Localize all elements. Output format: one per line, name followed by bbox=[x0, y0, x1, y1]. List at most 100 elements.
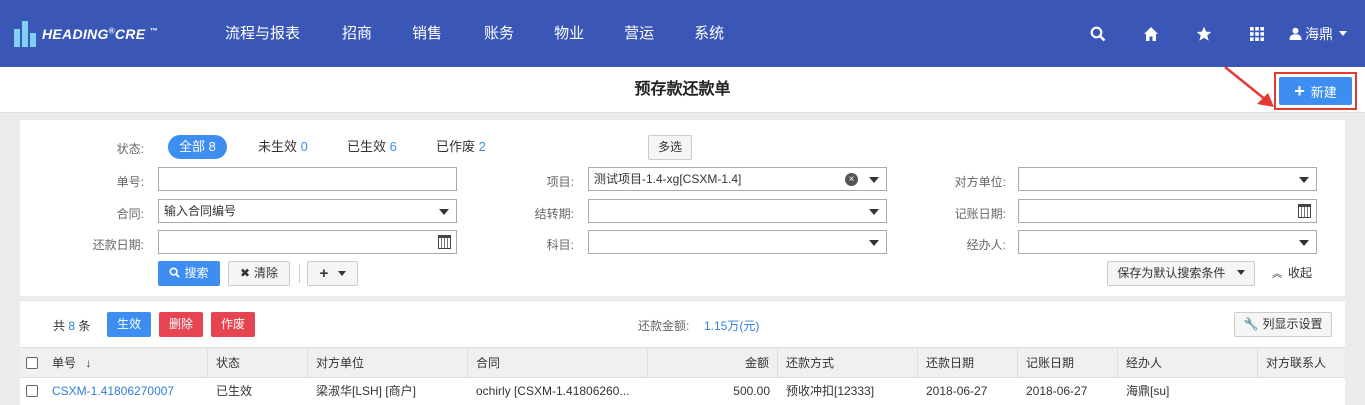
column-settings-label: 列显示设置 bbox=[1262, 317, 1323, 331]
star-icon[interactable] bbox=[1177, 0, 1230, 67]
subject-select[interactable] bbox=[588, 230, 887, 254]
close-icon: ✖ bbox=[239, 266, 251, 280]
repay-date-input[interactable] bbox=[158, 230, 457, 254]
page-title: 预存款还款单 bbox=[634, 81, 731, 98]
column-header-amount[interactable]: 金额 bbox=[648, 349, 778, 378]
status-pill-not-effective[interactable]: 未生效 0 bbox=[247, 135, 319, 159]
chevron-down-icon bbox=[1299, 177, 1309, 183]
column-header-bill-no[interactable]: 单号 ↓ bbox=[44, 349, 208, 378]
multi-select-button[interactable]: 多选 bbox=[648, 135, 692, 160]
clear-icon[interactable]: × bbox=[845, 173, 858, 186]
logo-icon bbox=[14, 21, 36, 47]
column-header-repay-method[interactable]: 还款方式 bbox=[778, 349, 918, 378]
nav-item-property[interactable]: 物业 bbox=[538, 0, 600, 67]
collapse-button[interactable]: ︽ 收起 bbox=[1272, 261, 1312, 286]
calendar-icon[interactable] bbox=[438, 235, 451, 249]
main-nav: 流程与报表 招商 销售 账务 物业 营运 系统 bbox=[205, 0, 740, 67]
bill-no-link[interactable]: CSXM-1.41806270007 bbox=[44, 378, 208, 405]
list-toolbar: 共 8 条 生效 删除 作废 还款金额: 1.15万(元) 🔧 列显示设置 bbox=[20, 300, 1345, 347]
data-table: 单号 ↓ 状态 对方单位 合同 金额 还款方式 还款日期 记账日期 经办人 对方… bbox=[20, 347, 1345, 405]
annotation-arrow-icon bbox=[1224, 66, 1274, 107]
filter-panel: 状态: 全部 8 未生效 0 已生效 6 已作废 2 多选 单号: 项目: 测试… bbox=[20, 120, 1345, 296]
calendar-icon[interactable] bbox=[1298, 204, 1311, 218]
chevron-down-icon bbox=[1299, 240, 1309, 246]
home-icon[interactable] bbox=[1124, 0, 1177, 67]
cell-account-date: 2018-06-27 bbox=[1026, 384, 1088, 398]
chevron-down-icon bbox=[869, 209, 879, 215]
apps-grid-icon[interactable] bbox=[1230, 0, 1283, 67]
void-button[interactable]: 作废 bbox=[211, 312, 255, 337]
column-header-repay-date[interactable]: 还款日期 bbox=[918, 349, 1018, 378]
search-button-label: 搜索 bbox=[184, 266, 209, 280]
bill-no-input[interactable] bbox=[158, 167, 457, 191]
new-button-highlight: + 新建 bbox=[1274, 72, 1357, 110]
nav-item-system[interactable]: 系统 bbox=[678, 0, 740, 67]
add-condition-button[interactable]: + bbox=[307, 261, 358, 286]
counterparty-label: 对方单位: bbox=[954, 175, 1006, 189]
nav-item-operations[interactable]: 营运 bbox=[600, 0, 678, 67]
effect-button[interactable]: 生效 bbox=[107, 312, 151, 337]
chevron-down-icon bbox=[337, 271, 346, 276]
nav-item-accounting[interactable]: 账务 bbox=[460, 0, 538, 67]
cell-status: 已生效 bbox=[216, 384, 253, 398]
clear-button-label: 清除 bbox=[254, 266, 279, 280]
status-pill-voided[interactable]: 已作废 2 bbox=[425, 135, 497, 159]
search-icon[interactable] bbox=[1071, 0, 1124, 67]
handler-select[interactable] bbox=[1018, 230, 1317, 254]
cell-repay-method: 预收冲扣[12333] bbox=[786, 384, 875, 398]
project-select[interactable]: 测试项目-1.4-xg[CSXM-1.4] × bbox=[588, 167, 887, 191]
cell-counterparty: 梁淑华[LSH] [商户] bbox=[316, 384, 417, 398]
subject-label: 科目: bbox=[546, 238, 574, 252]
nav-item-leasing[interactable]: 招商 bbox=[320, 0, 394, 67]
logo[interactable]: HEADING®CRE ™ bbox=[14, 20, 158, 48]
nav-item-process-reports[interactable]: 流程与报表 bbox=[205, 0, 320, 67]
user-menu[interactable]: 海鼎 bbox=[1283, 24, 1365, 44]
settle-period-select[interactable] bbox=[588, 199, 887, 223]
chevron-up-icon: ︽ bbox=[1272, 269, 1282, 280]
select-all-checkbox[interactable] bbox=[26, 357, 38, 369]
column-header-account-date[interactable]: 记账日期 bbox=[1018, 349, 1118, 378]
save-default-search-button[interactable]: 保存为默认搜索条件 bbox=[1107, 261, 1255, 286]
column-header-counterparty[interactable]: 对方单位 bbox=[308, 349, 468, 378]
column-settings-button[interactable]: 🔧 列显示设置 bbox=[1234, 312, 1332, 337]
repay-amount-label: 还款金额: bbox=[638, 319, 690, 333]
wrench-icon: 🔧 bbox=[1243, 317, 1259, 331]
status-pill-all[interactable]: 全部 8 bbox=[168, 135, 227, 159]
nav-item-sales[interactable]: 销售 bbox=[394, 0, 460, 67]
column-header-status[interactable]: 状态 bbox=[208, 349, 308, 378]
logo-text: HEADING®CRE ™ bbox=[42, 26, 158, 42]
column-header-handler[interactable]: 经办人 bbox=[1118, 349, 1258, 378]
handler-label: 经办人: bbox=[966, 238, 1006, 252]
account-date-label: 记账日期: bbox=[954, 207, 1006, 221]
delete-button[interactable]: 删除 bbox=[159, 312, 203, 337]
contract-select[interactable]: 输入合同编号 bbox=[158, 199, 457, 223]
user-icon bbox=[1289, 27, 1302, 40]
chevron-down-icon bbox=[869, 177, 879, 183]
settle-period-label: 结转期: bbox=[534, 207, 574, 221]
total-count: 共 8 条 bbox=[53, 319, 91, 333]
plus-icon: + bbox=[319, 265, 329, 282]
table-row[interactable]: CSXM-1.41806270007 已生效 梁淑华[LSH] [商户] och… bbox=[20, 378, 1345, 405]
column-header-contact[interactable]: 对方联系人 bbox=[1258, 349, 1345, 378]
cell-contact bbox=[1258, 378, 1345, 405]
chevron-down-icon bbox=[1236, 270, 1245, 275]
status-pill-effective[interactable]: 已生效 6 bbox=[336, 135, 408, 159]
title-bar: 预存款还款单 + 新建 bbox=[0, 67, 1365, 113]
contract-label: 合同: bbox=[116, 207, 144, 221]
cell-amount: 500.00 bbox=[733, 384, 770, 398]
repay-date-label: 还款日期: bbox=[92, 238, 144, 252]
clear-button[interactable]: ✖ 清除 bbox=[228, 261, 290, 286]
counterparty-select[interactable] bbox=[1018, 167, 1317, 191]
new-button-label: 新建 bbox=[1310, 84, 1337, 100]
chevron-down-icon bbox=[439, 209, 449, 215]
column-header-contract[interactable]: 合同 bbox=[468, 349, 648, 378]
chevron-down-icon bbox=[869, 240, 879, 246]
row-checkbox[interactable] bbox=[26, 385, 38, 397]
account-date-input[interactable] bbox=[1018, 199, 1317, 223]
search-icon bbox=[169, 267, 181, 278]
nav-right-tools: 海鼎 bbox=[1071, 0, 1365, 67]
project-label: 项目: bbox=[546, 175, 574, 189]
new-button[interactable]: + 新建 bbox=[1279, 77, 1352, 105]
search-button[interactable]: 搜索 bbox=[158, 261, 220, 286]
top-nav-bar: HEADING®CRE ™ 流程与报表 招商 销售 账务 物业 营运 系统 海鼎 bbox=[0, 0, 1365, 67]
